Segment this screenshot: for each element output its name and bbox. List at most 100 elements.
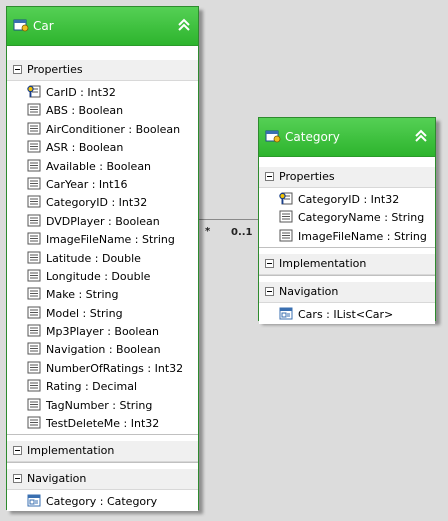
property-icon [27, 122, 41, 135]
collapse-chevron-up-icon[interactable] [413, 128, 429, 144]
category-end-multiplicity: 0..1 [231, 227, 253, 238]
category-properties-section[interactable]: Properties [259, 167, 435, 188]
category-entity-title: Category [285, 130, 340, 144]
car-navigation-list: Category : Category [7, 490, 198, 512]
property-row[interactable]: ImageFileName : String [7, 230, 198, 248]
collapse-toggle-icon[interactable] [265, 259, 274, 269]
collapse-toggle-icon[interactable] [13, 474, 22, 484]
property-icon [27, 103, 41, 116]
car-end-multiplicity: * [205, 226, 211, 237]
property-icon [27, 195, 41, 208]
property-row[interactable]: CategoryName : String [259, 208, 435, 226]
property-icon [279, 210, 293, 223]
property-label: Mp3Player : Boolean [46, 325, 159, 339]
collapse-chevron-up-icon[interactable] [176, 17, 192, 33]
property-label: TestDeleteMe : Int32 [46, 417, 160, 431]
property-icon [27, 379, 41, 392]
entity-type-icon [265, 130, 281, 143]
property-label: DVDPlayer : Boolean [46, 214, 160, 228]
section-divider [7, 462, 198, 470]
property-label: ImageFileName : String [46, 233, 175, 247]
property-row[interactable]: Rating : Decimal [7, 377, 198, 395]
property-icon [27, 416, 41, 429]
property-row[interactable]: Make : String [7, 285, 198, 303]
collapse-toggle-icon[interactable] [265, 172, 274, 181]
property-icon [27, 140, 41, 153]
car-implementation-section[interactable]: Implementation [7, 441, 198, 463]
property-label: ImageFileName : String [298, 229, 427, 243]
property-icon [27, 269, 41, 282]
property-label: AirConditioner : Boolean [46, 122, 181, 136]
property-row[interactable]: Longitude : Double [7, 267, 198, 285]
car-entity[interactable]: Car Properties CarID : Int32 ABS : Boolea… [6, 6, 199, 512]
property-icon [279, 229, 293, 242]
property-label: Latitude : Double [46, 251, 141, 265]
property-row[interactable]: Available : Boolean [7, 157, 198, 175]
property-icon [27, 324, 41, 337]
car-properties-section[interactable]: Properties [7, 60, 198, 81]
property-icon [27, 398, 41, 411]
property-row[interactable]: ASR : Boolean [7, 138, 198, 156]
property-row[interactable]: NumberOfRatings : Int32 [7, 359, 198, 377]
property-label: Category : Category [46, 495, 158, 509]
navigation-property-icon [279, 307, 293, 320]
collapse-toggle-icon[interactable] [13, 446, 22, 456]
property-icon [27, 306, 41, 319]
section-label: Implementation [27, 444, 115, 458]
navigation-property-row[interactable]: Cars : IList<Car> [259, 305, 435, 324]
property-label: CategoryID : Int32 [46, 196, 148, 210]
section-divider [7, 434, 198, 442]
car-properties-list: CarID : Int32 ABS : Boolean AirConditioner… [7, 81, 198, 434]
car-entity-header[interactable]: Car [7, 7, 198, 46]
property-row[interactable]: Model : String [7, 304, 198, 322]
property-row[interactable]: ABS : Boolean [7, 101, 198, 119]
category-entity[interactable]: Category Properties CategoryID : Int32 Ca… [258, 117, 436, 324]
property-row[interactable]: Navigation : Boolean [7, 340, 198, 358]
property-label: CategoryID : Int32 [298, 193, 400, 206]
category-properties-list: CategoryID : Int32 CategoryName : String I… [259, 188, 435, 247]
property-icon [27, 177, 41, 190]
property-row[interactable]: AirConditioner : Boolean [7, 120, 198, 138]
property-label: Rating : Decimal [46, 380, 138, 394]
property-row[interactable]: CategoryID : Int32 [7, 193, 198, 211]
navigation-property-icon [27, 494, 41, 507]
property-row[interactable]: TagNumber : String [7, 396, 198, 414]
section-label: Navigation [27, 472, 87, 486]
property-label: ABS : Boolean [46, 104, 124, 118]
property-label: ASR : Boolean [46, 141, 124, 155]
association-line[interactable] [199, 219, 259, 220]
property-row[interactable]: Mp3Player : Boolean [7, 322, 198, 340]
key-property-icon [279, 192, 293, 205]
car-entity-title: Car [33, 19, 54, 33]
property-row[interactable]: DVDPlayer : Boolean [7, 212, 198, 230]
property-label: Cars : IList<Car> [298, 308, 394, 322]
car-navigation-section[interactable]: Navigation [7, 469, 198, 491]
property-label: Model : String [46, 306, 123, 320]
section-label: Navigation [279, 285, 339, 299]
property-row[interactable]: TestDeleteMe : Int32 [7, 414, 198, 432]
collapse-toggle-icon[interactable] [13, 65, 22, 74]
category-navigation-list: Cars : IList<Car> [259, 303, 435, 325]
navigation-property-row[interactable]: Category : Category [7, 492, 198, 511]
property-label: CategoryName : String [298, 211, 425, 225]
property-icon [27, 159, 41, 172]
property-label: Navigation : Boolean [46, 343, 161, 357]
property-row[interactable]: CategoryID : Int32 [259, 190, 435, 208]
property-row[interactable]: Latitude : Double [7, 249, 198, 267]
property-label: Longitude : Double [46, 269, 151, 283]
property-row[interactable]: CarID : Int32 [7, 83, 198, 101]
category-implementation-section[interactable]: Implementation [259, 254, 435, 276]
property-icon [27, 251, 41, 264]
section-divider [259, 247, 435, 255]
collapse-toggle-icon[interactable] [265, 287, 274, 297]
property-label: TagNumber : String [46, 398, 153, 412]
property-icon [27, 287, 41, 300]
property-row[interactable]: ImageFileName : String [259, 227, 435, 245]
property-icon [27, 361, 41, 374]
section-label: Properties [27, 63, 83, 76]
property-icon [27, 232, 41, 245]
property-label: Available : Boolean [46, 159, 152, 173]
category-entity-header[interactable]: Category [259, 118, 435, 157]
category-navigation-section[interactable]: Navigation [259, 282, 435, 304]
property-row[interactable]: CarYear : Int16 [7, 175, 198, 193]
